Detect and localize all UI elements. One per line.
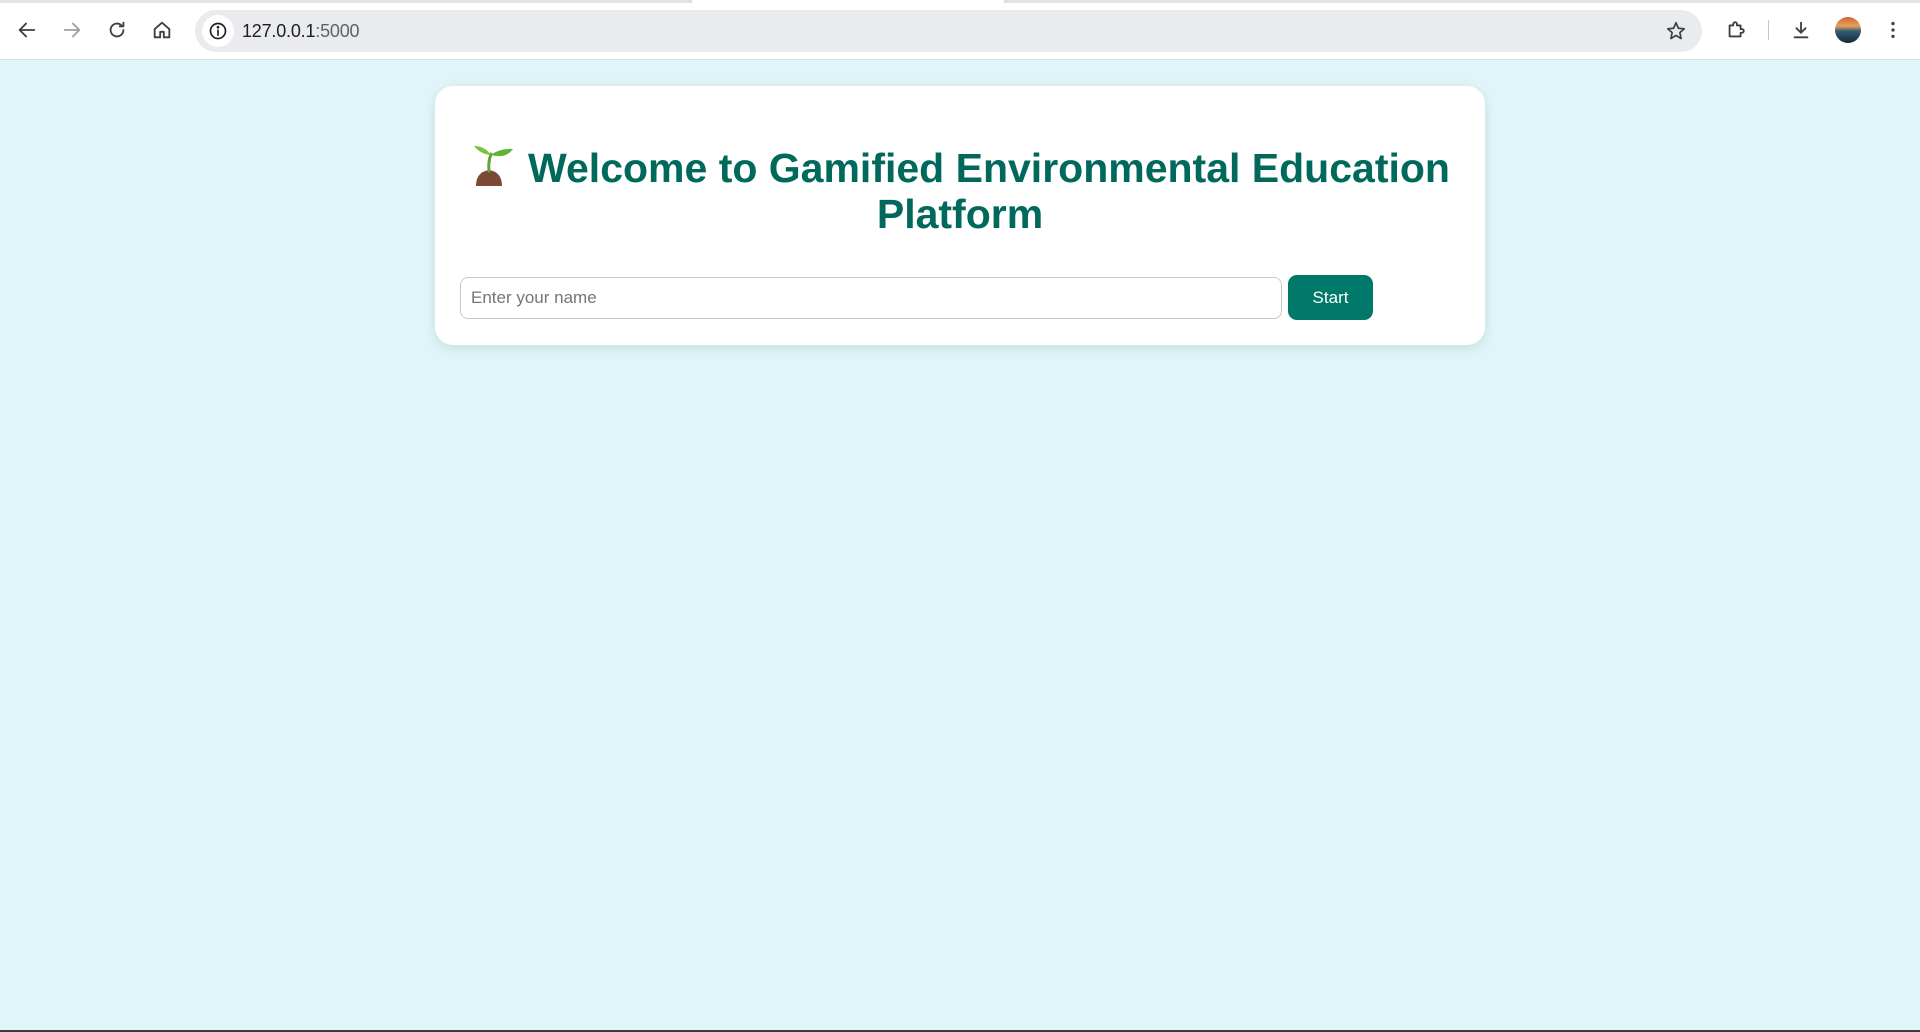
browser-toolbar: 127.0.0.1:5000 bbox=[0, 0, 1920, 60]
forward-arrow-icon bbox=[63, 22, 81, 38]
address-bar[interactable]: 127.0.0.1:5000 bbox=[195, 10, 1702, 52]
home-button[interactable] bbox=[145, 13, 179, 47]
page-title: Welcome to Gamified Environmental Educat… bbox=[455, 142, 1465, 237]
bookmark-star-icon bbox=[1666, 21, 1686, 40]
home-icon bbox=[153, 21, 171, 39]
menu-button[interactable] bbox=[1876, 13, 1910, 47]
name-input[interactable] bbox=[460, 277, 1282, 319]
page-content: Welcome to Gamified Environmental Educat… bbox=[0, 60, 1920, 1030]
back-arrow-icon bbox=[18, 22, 36, 38]
start-button[interactable]: Start bbox=[1288, 275, 1373, 320]
reload-icon bbox=[109, 21, 125, 38]
download-icon bbox=[1793, 21, 1809, 39]
downloads-button[interactable] bbox=[1784, 13, 1818, 47]
page-title-text: Welcome to Gamified Environmental Educat… bbox=[528, 145, 1450, 237]
url-port: :5000 bbox=[315, 21, 360, 41]
forward-button[interactable] bbox=[55, 13, 89, 47]
back-button[interactable] bbox=[10, 13, 44, 47]
extensions-puzzle-icon bbox=[1728, 21, 1745, 38]
reload-button[interactable] bbox=[100, 13, 134, 47]
active-tab-edge[interactable] bbox=[690, 0, 1006, 3]
url-host: 127.0.0.1 bbox=[242, 21, 316, 41]
welcome-card: Welcome to Gamified Environmental Educat… bbox=[435, 86, 1485, 345]
site-info-button[interactable] bbox=[202, 15, 234, 47]
url-text[interactable]: 127.0.0.1:5000 bbox=[242, 21, 360, 42]
profile-avatar[interactable] bbox=[1835, 17, 1861, 43]
bookmark-button[interactable] bbox=[1660, 15, 1692, 47]
kebab-menu-icon bbox=[1891, 21, 1895, 39]
toolbar-divider bbox=[1768, 20, 1769, 40]
site-info-icon bbox=[209, 22, 227, 40]
extensions-button[interactable] bbox=[1719, 13, 1753, 47]
sprout-icon bbox=[474, 146, 514, 186]
